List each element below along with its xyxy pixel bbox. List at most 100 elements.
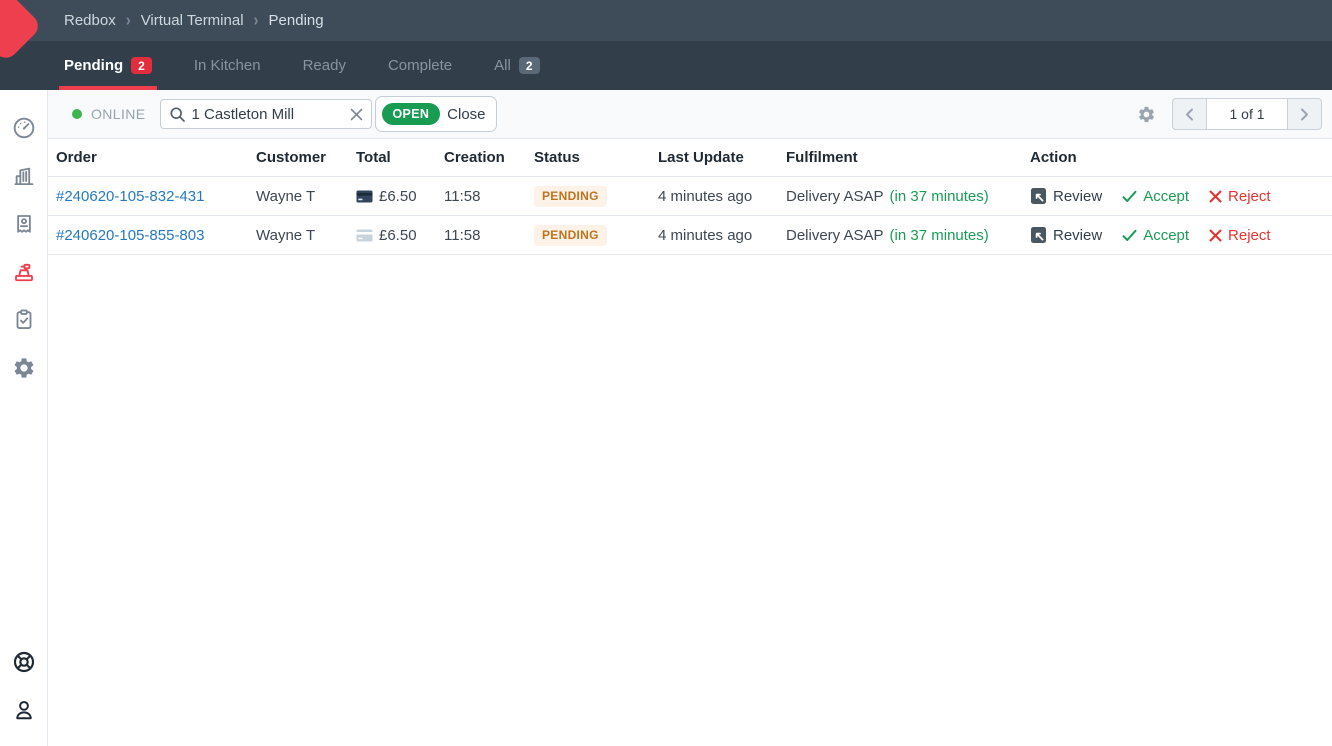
x-icon xyxy=(1209,229,1222,242)
customer-name: Wayne T xyxy=(256,227,356,244)
reject-button[interactable]: Reject xyxy=(1209,188,1271,205)
order-number-link[interactable]: #240620-105-855-803 xyxy=(56,227,204,244)
search-input[interactable] xyxy=(192,106,344,123)
main-content: ONLINE OPEN xyxy=(48,90,1332,746)
accept-button[interactable]: Accept xyxy=(1122,227,1189,244)
tab-pending[interactable]: Pending 2 xyxy=(64,41,152,90)
gear-icon xyxy=(1137,105,1156,124)
cash-register-icon xyxy=(11,259,37,285)
breadcrumb-bar: Redbox › Virtual Terminal › Pending xyxy=(0,0,1332,41)
x-icon xyxy=(1209,190,1222,203)
tab-in-kitchen-label: In Kitchen xyxy=(194,57,261,74)
user-icon xyxy=(11,697,37,723)
fulfilment-eta: (in 37 minutes) xyxy=(890,227,989,244)
order-total: £6.50 xyxy=(356,227,444,244)
column-header-status: Status xyxy=(534,149,658,166)
breadcrumb-separator: › xyxy=(254,11,259,31)
status-badge: PENDING xyxy=(534,225,607,246)
sidebar-item-virtual-terminal[interactable] xyxy=(0,248,48,296)
search-box xyxy=(160,99,372,129)
sidebar-item-settings[interactable] xyxy=(0,344,48,392)
column-header-last-update: Last Update xyxy=(658,149,786,166)
close-store-label: Close xyxy=(447,106,485,123)
pagination: 1 of 1 xyxy=(1172,98,1322,130)
total-amount: £6.50 xyxy=(379,188,417,205)
empty-content-area xyxy=(48,255,1332,746)
pagination-prev-button[interactable] xyxy=(1173,99,1206,129)
creation-time: 11:58 xyxy=(444,227,534,244)
accept-label: Accept xyxy=(1143,188,1189,205)
customer-name: Wayne T xyxy=(256,188,356,205)
credit-card-icon xyxy=(356,190,373,203)
accept-button[interactable]: Accept xyxy=(1122,188,1189,205)
check-icon xyxy=(1122,229,1137,242)
review-document-icon xyxy=(1030,226,1047,244)
tab-all-count-badge: 2 xyxy=(519,57,540,74)
check-icon xyxy=(1122,190,1137,203)
table-header: Order Customer Total Creation Status Las… xyxy=(48,139,1332,177)
online-status-label: ONLINE xyxy=(91,106,146,122)
store-open-close-button[interactable]: OPEN Close xyxy=(375,96,497,132)
close-icon xyxy=(350,108,363,121)
toolbar: ONLINE OPEN xyxy=(48,90,1332,139)
table-row: #240620-105-855-803 Wayne T £6.50 11:58 … xyxy=(48,216,1332,255)
tab-ready-label: Ready xyxy=(303,57,346,74)
fulfilment-eta: (in 37 minutes) xyxy=(890,188,989,205)
sidebar-item-venue[interactable] xyxy=(0,152,48,200)
table-row: #240620-105-832-431 Wayne T £6.50 11:58 … xyxy=(48,177,1332,216)
sidebar-item-dashboard[interactable] xyxy=(0,104,48,152)
fulfilment: Delivery ASAP (in 37 minutes) xyxy=(786,188,1030,205)
reject-label: Reject xyxy=(1228,227,1271,244)
last-update: 4 minutes ago xyxy=(658,188,786,205)
column-header-creation: Creation xyxy=(444,149,534,166)
tab-pending-label: Pending xyxy=(64,57,123,74)
sidebar-item-support[interactable] xyxy=(0,638,48,686)
status-badge: PENDING xyxy=(534,186,607,207)
creation-time: 11:58 xyxy=(444,188,534,205)
fulfilment-type: Delivery ASAP xyxy=(786,188,884,205)
sidebar-item-account[interactable] xyxy=(0,686,48,734)
total-amount: £6.50 xyxy=(379,227,417,244)
reject-button[interactable]: Reject xyxy=(1209,227,1271,244)
settings-button[interactable] xyxy=(1137,105,1156,124)
row-actions: Review Accept Reject xyxy=(1030,226,1332,244)
online-status: ONLINE xyxy=(72,106,146,122)
search-clear-button[interactable] xyxy=(350,108,363,121)
column-header-order: Order xyxy=(56,149,256,166)
last-update: 4 minutes ago xyxy=(658,227,786,244)
toolbar-right: 1 of 1 xyxy=(1137,98,1322,130)
order-number-link[interactable]: #240620-105-832-431 xyxy=(56,188,204,205)
tab-all[interactable]: All 2 xyxy=(494,41,539,90)
review-button[interactable]: Review xyxy=(1030,187,1102,205)
tab-complete[interactable]: Complete xyxy=(388,41,452,90)
receipt-icon xyxy=(11,211,37,237)
tab-ready[interactable]: Ready xyxy=(303,41,346,90)
accept-label: Accept xyxy=(1143,227,1189,244)
sidebar-item-orders[interactable] xyxy=(0,200,48,248)
tab-complete-label: Complete xyxy=(388,57,452,74)
fulfilment-type: Delivery ASAP xyxy=(786,227,884,244)
clipboard-check-icon xyxy=(11,307,37,333)
tab-in-kitchen[interactable]: In Kitchen xyxy=(194,41,261,90)
sidebar xyxy=(0,90,48,746)
review-document-icon xyxy=(1030,187,1047,205)
reject-label: Reject xyxy=(1228,188,1271,205)
review-button[interactable]: Review xyxy=(1030,226,1102,244)
open-status-badge: OPEN xyxy=(382,103,441,125)
sidebar-item-tasks[interactable] xyxy=(0,296,48,344)
column-header-total: Total xyxy=(356,149,444,166)
chevron-right-icon xyxy=(1300,108,1309,121)
column-header-fulfilment: Fulfilment xyxy=(786,149,1030,166)
tab-pending-count-badge: 2 xyxy=(131,57,152,74)
review-label: Review xyxy=(1053,227,1102,244)
review-label: Review xyxy=(1053,188,1102,205)
breadcrumb-redbox[interactable]: Redbox xyxy=(64,12,116,29)
tab-all-label: All xyxy=(494,57,511,74)
breadcrumb-virtual-terminal[interactable]: Virtual Terminal xyxy=(141,12,244,29)
order-total: £6.50 xyxy=(356,188,444,205)
pagination-next-button[interactable] xyxy=(1288,99,1321,129)
pagination-page-indicator[interactable]: 1 of 1 xyxy=(1206,99,1288,129)
lifebuoy-icon xyxy=(11,649,37,675)
breadcrumb-separator: › xyxy=(126,11,131,31)
row-actions: Review Accept Reject xyxy=(1030,187,1332,205)
